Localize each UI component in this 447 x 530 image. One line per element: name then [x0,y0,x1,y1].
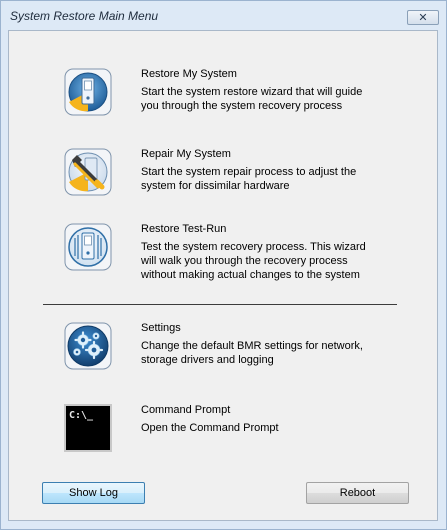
command-prompt-icon[interactable]: C:\_ [63,404,113,452]
menu-item-settings[interactable]: Settings Change the default BMR settings… [9,322,429,370]
window-title: System Restore Main Menu [10,9,159,23]
menu-separator [43,304,397,305]
close-button[interactable]: ✕ [407,10,439,25]
show-log-button[interactable]: Show Log [42,482,145,504]
menu-item-title: Restore My System [141,68,237,80]
menu-item-restore-my-system[interactable]: Restore My System Start the system resto… [9,68,429,116]
test-run-icon[interactable] [63,223,113,271]
settings-gears-icon[interactable] [63,322,113,370]
menu-item-restore-test-run[interactable]: Restore Test-Run Test the system recover… [9,223,429,281]
menu-item-description: Open the Command Prompt [141,422,279,434]
menu-item-title: Restore Test-Run [141,223,227,235]
command-prompt-icon-text: C:\_ [69,410,94,421]
title-bar: System Restore Main Menu ✕ [1,1,446,29]
repair-wrench-icon[interactable] [63,148,113,196]
menu-item-title: Repair My System [141,148,231,160]
menu-item-command-prompt[interactable]: C:\_ Command Prompt Open the Command Pro… [9,404,429,452]
main-menu-panel: Restore My System Start the system resto… [8,30,438,521]
menu-item-title: Command Prompt [141,404,231,416]
menu-item-description: Start the system repair process to adjus… [141,166,357,192]
restore-system-icon[interactable] [63,68,113,116]
close-icon: ✕ [418,11,428,24]
menu-item-description: Test the system recovery process. This w… [141,241,366,281]
menu-item-repair-my-system[interactable]: Repair My System Start the system repair… [9,148,429,196]
menu-item-description: Start the system restore wizard that wil… [141,86,363,112]
menu-item-description: Change the default BMR settings for netw… [141,340,363,366]
reboot-button[interactable]: Reboot [306,482,409,504]
menu-item-title: Settings [141,322,181,334]
system-restore-window: System Restore Main Menu ✕ Restore My Sy… [0,0,447,530]
